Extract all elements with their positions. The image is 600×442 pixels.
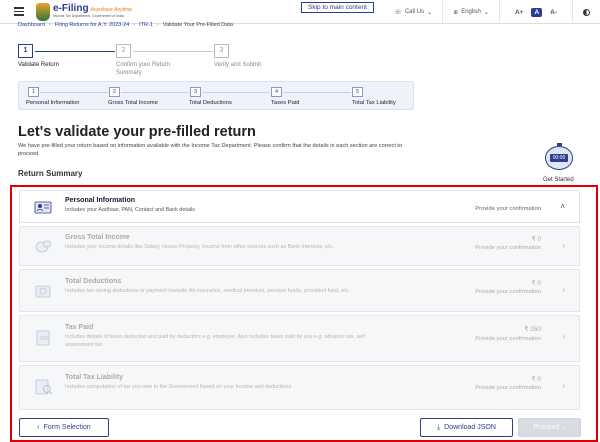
tax-document-icon: TAX — [36, 330, 50, 346]
emblem-icon — [36, 3, 50, 21]
hamburger-menu-icon[interactable] — [14, 7, 24, 16]
font-increase-button[interactable]: A+ — [510, 9, 529, 16]
card-amount: ₹ 0 — [531, 376, 541, 383]
skip-to-main-link[interactable]: Skip to main content — [301, 2, 374, 13]
card-status: Provide your confirmation — [475, 336, 541, 342]
breadcrumb-itr1[interactable]: ITR-1 — [139, 22, 153, 28]
logo-subtitle: Income Tax Department, Government of Ind… — [53, 14, 124, 18]
chevron-right-icon[interactable]: › — [562, 332, 565, 341]
card-amount: ₹ 0 — [531, 236, 541, 243]
card-tax-paid[interactable]: TAX Tax Paid Includes details of taxes d… — [19, 315, 580, 362]
sub-stepper: 1 2 3 4 5 Personal Information Gross Tot… — [18, 81, 414, 110]
phone-icon: ☏ — [394, 9, 402, 16]
contrast-icon — [583, 8, 590, 16]
card-description: Includes computation of tax you owe to t… — [65, 384, 292, 390]
substep-2-number: 2 — [109, 87, 120, 97]
breadcrumb-dashboard[interactable]: Dashboard — [18, 22, 45, 28]
language-selector[interactable]: ⊕ English ⌄ — [442, 0, 499, 24]
call-us-button[interactable]: ☏ Call Us ⌄ — [384, 0, 442, 24]
form-selection-button[interactable]: ‹ Form Selection — [19, 418, 109, 437]
breadcrumb-filing-returns[interactable]: Filing Returns for A.Y. 2023-24 — [55, 22, 130, 28]
card-title: Tax Paid — [65, 324, 94, 331]
step-2-number: 2 — [116, 44, 131, 58]
card-status: Provide your confirmation — [475, 385, 541, 391]
coins-icon — [35, 240, 52, 253]
card-title: Personal Information — [65, 197, 136, 204]
substep-1-label: Personal Information — [26, 100, 80, 106]
language-label: English — [461, 9, 481, 15]
download-json-button[interactable]: ⤓ Download JSON — [420, 418, 513, 437]
card-status: Provide your confirmation — [475, 245, 541, 251]
step-1-label: Validate Return — [18, 62, 59, 68]
proceed-label: Proceed — [533, 424, 560, 431]
card-gross-total-income[interactable]: Gross Total Income Includes your income … — [19, 226, 580, 266]
breadcrumb-current: Validate Your Pre-Filled Data — [162, 22, 233, 28]
card-total-tax-liability[interactable]: Total Tax Liability Includes computation… — [19, 365, 580, 410]
chevron-down-icon: ⌄ — [483, 9, 489, 16]
step-1-number: 1 — [18, 44, 33, 58]
step-3-number: 3 — [214, 44, 229, 58]
efiling-logo[interactable]: e-Filing Anywhere Anytime Income Tax Depa… — [36, 3, 132, 21]
substep-2-label: Gross Total Income — [108, 100, 158, 106]
chevron-up-icon[interactable]: ˄ — [560, 202, 565, 211]
deductions-icon — [35, 285, 51, 298]
card-personal-information[interactable]: Personal Information Includes your Aadha… — [19, 190, 580, 223]
card-title: Total Deductions — [65, 278, 122, 285]
card-description: Includes your income details like Salary… — [65, 244, 334, 250]
download-icon: ⤓ — [437, 423, 441, 431]
logo-title: e-Filing — [53, 3, 89, 14]
card-status: Provide your confirmation — [475, 289, 541, 295]
download-json-label: Download JSON — [444, 424, 496, 431]
proceed-button[interactable]: Proceed › — [518, 418, 581, 437]
chevron-right-icon[interactable]: › — [562, 285, 565, 294]
card-amount: ₹ 0 — [531, 280, 541, 287]
stopwatch-icon[interactable]: 00:00 — [545, 143, 573, 170]
card-title: Total Tax Liability — [65, 374, 124, 381]
card-amount: ₹ 250 — [524, 326, 541, 333]
substep-4-number: 4 — [271, 87, 282, 97]
main-stepper: 1 2 3 Validate Return Confirm your Retur… — [18, 43, 578, 83]
top-bar: e-Filing Anywhere Anytime Income Tax Depa… — [0, 0, 600, 24]
svg-text:TAX: TAX — [39, 336, 49, 342]
chevron-down-icon: ⌄ — [427, 9, 433, 16]
get-started-label[interactable]: Get Started — [543, 177, 574, 183]
card-total-deductions[interactable]: Total Deductions Includes tax saving ded… — [19, 269, 580, 312]
step-2-label: Confirm your Return Summary — [116, 62, 171, 76]
top-bar-right: ☏ Call Us ⌄ ⊕ English ⌄ A+ A A- — [384, 0, 600, 24]
chevron-right-icon: › — [563, 424, 566, 431]
substep-3-number: 3 — [190, 87, 201, 97]
substep-5-label: Total Tax Liability — [352, 100, 396, 106]
logo-tagline: Anywhere Anytime — [90, 7, 133, 13]
call-us-label: Call Us — [404, 9, 425, 15]
form-selection-label: Form Selection — [43, 424, 91, 431]
page-description: We have pre-filled your return based on … — [18, 143, 403, 157]
font-default-button[interactable]: A — [531, 7, 543, 17]
step-3-label: Verify and Submit — [214, 62, 262, 68]
substep-3-label: Total Deductions — [189, 100, 232, 106]
substep-1-number: 1 — [28, 87, 39, 97]
return-summary-heading: Return Summary — [18, 169, 83, 178]
font-decrease-button[interactable]: A- — [545, 9, 562, 16]
chevron-left-icon: ‹ — [37, 424, 40, 431]
contrast-toggle[interactable] — [572, 0, 600, 24]
font-size-controls: A+ A A- — [498, 0, 572, 24]
timer-display: 00:00 — [550, 154, 568, 162]
chevron-right-icon[interactable]: › — [562, 241, 565, 250]
chevron-right-icon[interactable]: › — [562, 381, 565, 390]
substep-5-number: 5 — [352, 87, 363, 97]
globe-icon: ⊕ — [453, 9, 459, 16]
breadcrumb: Dashboard › Filing Returns for A.Y. 2023-2… — [18, 22, 233, 28]
card-status: Provide your confirmation — [475, 206, 541, 212]
tax-liability-icon — [35, 379, 53, 395]
card-description: Includes details of taxes deducted and p… — [65, 334, 365, 348]
substep-4-label: Taxes Paid — [271, 100, 300, 106]
card-title: Gross Total Income — [65, 234, 130, 241]
card-description: Includes your Aadhaar, PAN, Contact and … — [65, 207, 195, 213]
card-description: Includes tax saving deductions or paymen… — [65, 288, 350, 294]
page-title: Let's validate your pre-filled return — [18, 124, 256, 140]
person-id-icon — [34, 201, 52, 214]
